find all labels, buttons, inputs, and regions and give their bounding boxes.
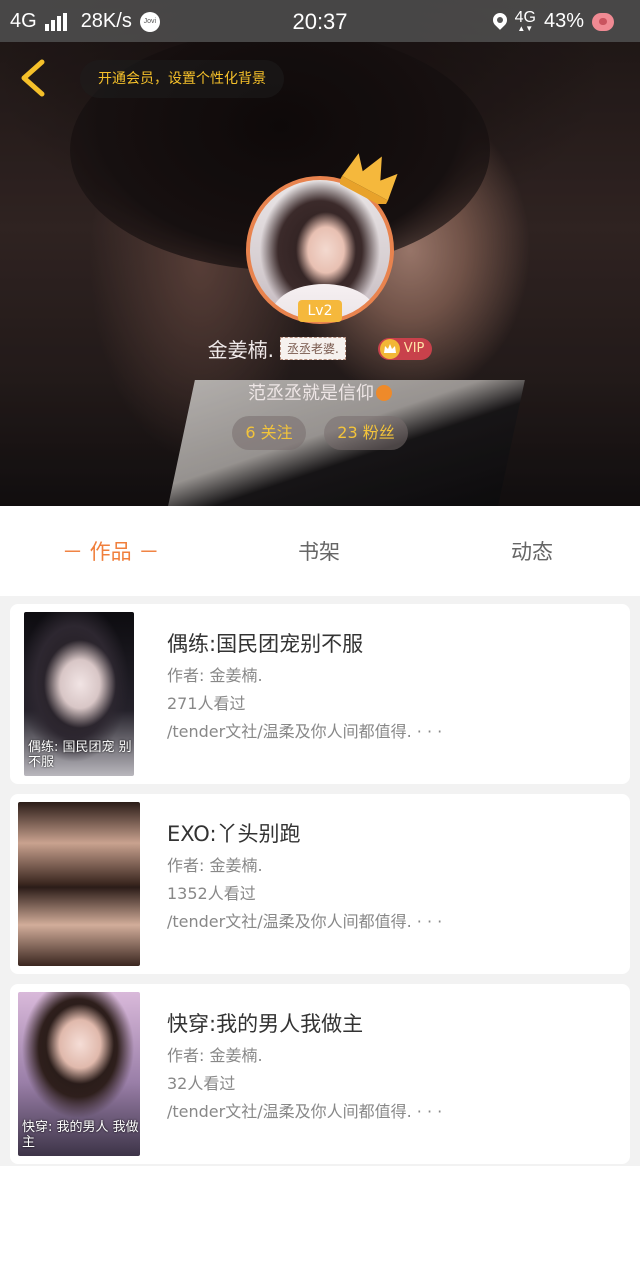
book-views: 1352人看过	[167, 884, 256, 903]
bottom-space	[0, 1166, 640, 1280]
book-tag: /tender文社/温柔及你人间都值得. · · ·	[167, 722, 443, 741]
tab-works[interactable]: － 作品 －	[62, 536, 159, 566]
profile-tabs: － 作品 － 书架 动态	[0, 506, 640, 596]
vip-crown-icon	[379, 338, 400, 359]
book-title: 偶练:国民团宠别不服	[167, 632, 364, 656]
book-views: 32人看过	[167, 1074, 236, 1093]
follow-stats: 6 关注 23 粉丝	[0, 416, 640, 450]
orange-emoji-icon	[376, 385, 392, 401]
vip-label: VIP	[403, 341, 425, 356]
book-title: EXO:丫头别跑	[167, 822, 301, 846]
book-card[interactable]: 偶练: 国民团宠 别不服 偶练:国民团宠别不服 作者: 金姜楠. 271人看过 …	[10, 604, 630, 784]
book-cover: 偶练: 国民团宠 别不服	[24, 612, 134, 776]
battery-pig-icon	[592, 12, 614, 31]
back-button[interactable]	[16, 58, 56, 98]
chevron-left-icon	[21, 59, 45, 97]
location-icon	[493, 13, 507, 31]
book-author: 作者: 金姜楠.	[167, 856, 263, 875]
network-4g-icon: 4G ▲▼	[514, 8, 536, 33]
status-right: 4G ▲▼ 43%	[493, 8, 614, 33]
book-cover: 快穿: 我的男人 我做主	[18, 992, 140, 1156]
user-name-row: 金姜楠. 丞丞老婆. VIP	[0, 334, 640, 363]
book-cover	[18, 802, 140, 966]
book-card[interactable]: EXO:丫头别跑 作者: 金姜楠. 1352人看过 /tender文社/温柔及你…	[10, 794, 630, 974]
level-badge: Lv2	[298, 300, 342, 322]
followers-button[interactable]: 23 粉丝	[324, 416, 408, 450]
status-bar: 4G 28K/s Jovi 20:37 4G ▲▼ 43%	[0, 0, 640, 42]
book-author: 作者: 金姜楠.	[167, 666, 263, 685]
network-4g-label: 4G	[514, 8, 536, 26]
cover-caption: 快穿: 我的男人 我做主	[22, 1120, 139, 1150]
title-tag: 丞丞老婆.	[279, 337, 346, 360]
crown-icon	[340, 153, 398, 204]
tab-activity[interactable]: 动态	[511, 536, 553, 566]
vip-background-banner[interactable]: 开通会员，设置个性化背景	[80, 60, 284, 98]
bio-text: 范丞丞就是信仰	[248, 383, 374, 404]
book-author: 作者: 金姜楠.	[167, 1046, 263, 1065]
book-title: 快穿:我的男人我做主	[167, 1012, 364, 1036]
cover-caption: 偶练: 国民团宠 别不服	[28, 740, 132, 770]
username: 金姜楠.	[207, 338, 274, 362]
battery-level: 43%	[543, 10, 584, 32]
book-tag: /tender文社/温柔及你人间都值得. · · ·	[167, 1102, 443, 1121]
book-tag: /tender文社/温柔及你人间都值得. · · ·	[167, 912, 443, 931]
works-list: 偶练: 国民团宠 别不服 偶练:国民团宠别不服 作者: 金姜楠. 271人看过 …	[0, 596, 640, 1166]
tab-bookshelf[interactable]: 书架	[298, 536, 340, 566]
user-bio: 范丞丞就是信仰	[0, 379, 640, 405]
following-button[interactable]: 6 关注	[232, 416, 306, 450]
book-card[interactable]: 快穿: 我的男人 我做主 快穿:我的男人我做主 作者: 金姜楠. 32人看过 /…	[10, 984, 630, 1164]
book-views: 271人看过	[167, 694, 246, 713]
vip-badge[interactable]: VIP	[377, 337, 433, 360]
